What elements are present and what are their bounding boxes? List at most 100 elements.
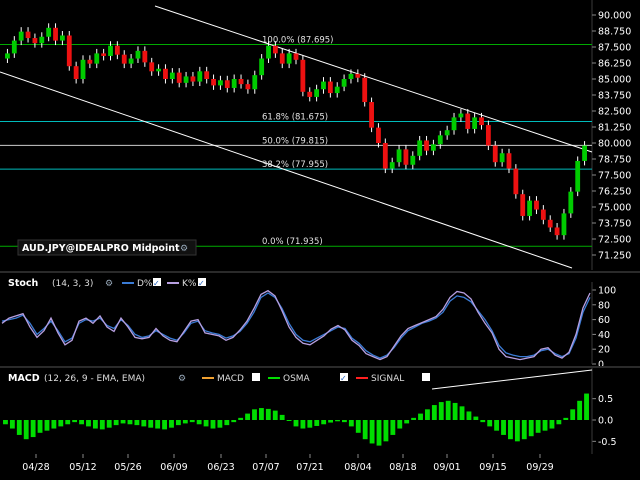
macd-y-tick-label: 0.5 [598, 394, 613, 405]
candle-body [410, 155, 416, 165]
candle-body [149, 62, 155, 72]
osma-bar [120, 420, 126, 424]
osma-bar [563, 417, 569, 420]
candle-body [417, 140, 423, 156]
candle-body [554, 227, 560, 236]
fib-level-label: 0.0% (71.935) [262, 237, 323, 247]
stoch-y-tick-label: 100 [598, 286, 616, 297]
x-tick-label: 06/09 [160, 462, 187, 473]
price-y-tick-label: 85.000 [598, 75, 631, 86]
osma-bar [238, 417, 244, 420]
stoch-panel-divider [0, 271, 640, 273]
osma-bar [127, 420, 133, 425]
osma-bar [9, 420, 15, 429]
osma-bar [369, 420, 375, 444]
osma-bar [521, 420, 527, 440]
osma-bar [252, 409, 257, 420]
candle-body [561, 213, 567, 236]
osma-bar [342, 420, 347, 423]
osma-bar [196, 420, 202, 425]
candle-body [307, 91, 313, 97]
candle-body [142, 50, 148, 63]
osma-bar [113, 420, 119, 426]
x-tick-label: 08/04 [344, 462, 371, 473]
candle-body [94, 53, 100, 64]
stoch-y-tick-label: 40 [598, 330, 610, 341]
osma-bar [348, 420, 354, 427]
osma-bar [231, 420, 237, 423]
signal-checkbox[interactable] [422, 373, 430, 381]
candle-body [197, 71, 203, 82]
candle-body [396, 149, 402, 163]
x-tick-label: 08/18 [389, 462, 416, 473]
candle-body [87, 59, 93, 64]
price-y-tick-label: 77.500 [598, 171, 631, 182]
candle-body [190, 76, 196, 82]
chart-canvas: 90.000 88.750 87.500 86.250 85.000 83.750 82.5… [0, 0, 640, 480]
symbol-label: AUD.JPY@IDEALPRO Midpoint [22, 243, 180, 254]
stoch-settings-icon[interactable]: ⚙ [105, 279, 113, 289]
osma-bar [217, 420, 223, 428]
symbol-label-box[interactable]: AUD.JPY@IDEALPRO Midpoint ⚙ [17, 239, 197, 256]
osma-bar [224, 420, 230, 426]
candle-body [66, 35, 72, 67]
candle-body [224, 80, 230, 88]
osma-bar [528, 420, 534, 437]
candle-body [108, 45, 113, 56]
x-tick-label: 09/15 [479, 462, 506, 473]
osma-check-icon: ✓ [340, 374, 347, 383]
osma-bars [3, 393, 589, 446]
macd-checkbox[interactable] [252, 373, 260, 381]
osma-bar [473, 416, 479, 420]
stoch-lines [1, 289, 591, 361]
x-tick-label: 09/29 [526, 462, 553, 473]
osma-bar [134, 420, 140, 426]
osma-bar [459, 406, 465, 420]
candle-body [128, 58, 134, 64]
osma-bar [37, 420, 43, 433]
candle-body [39, 36, 45, 44]
osma-bar [51, 420, 57, 429]
osma-bar [162, 420, 167, 430]
osma-bar [577, 400, 583, 420]
price-y-tick-label: 86.250 [598, 59, 631, 70]
stoch-params: (14, 3, 3) [52, 279, 93, 289]
osma-bar [16, 420, 22, 435]
candle-body [25, 31, 31, 39]
osma-bar [501, 420, 506, 435]
osma-bar [314, 420, 320, 426]
candle-body [176, 72, 182, 83]
osma-bar [535, 420, 541, 433]
macd-panel: MACD (12, 26, 9 - EMA, EMA) ⚙ MACD OSMA … [0, 366, 640, 454]
osma-bar [418, 413, 423, 420]
osma-bar [411, 417, 417, 420]
osma-bar [452, 402, 458, 420]
candle-body [59, 35, 65, 41]
candle-body [575, 160, 581, 192]
macd-settings-icon[interactable]: ⚙ [178, 374, 186, 384]
osma-bar [72, 420, 78, 423]
stoch-y-tick-label: 20 [598, 345, 610, 356]
candle-body [485, 125, 491, 146]
osma-bar [494, 420, 500, 431]
candle-body [259, 58, 265, 76]
candle-body [403, 149, 409, 165]
candle-body [376, 127, 381, 143]
settings-wrench-icon[interactable]: ⚙ [180, 244, 188, 254]
candle-body [266, 45, 271, 59]
osma-bar [99, 420, 105, 430]
candle-body [231, 79, 237, 88]
candle-body [32, 38, 38, 44]
candle-body [121, 54, 127, 64]
macd-legend: MACD [217, 374, 244, 384]
osma-bar [258, 408, 264, 420]
osma-bar [265, 408, 271, 420]
osma-bar [307, 420, 313, 428]
candle-body [101, 53, 107, 56]
osma-bar [169, 420, 174, 428]
osma-bar [328, 420, 334, 423]
osma-bar [376, 420, 382, 446]
candle-body [465, 113, 471, 129]
macd-y-axis: 0.5 0.0 -0.5 [591, 368, 617, 454]
candle-body [492, 145, 498, 163]
